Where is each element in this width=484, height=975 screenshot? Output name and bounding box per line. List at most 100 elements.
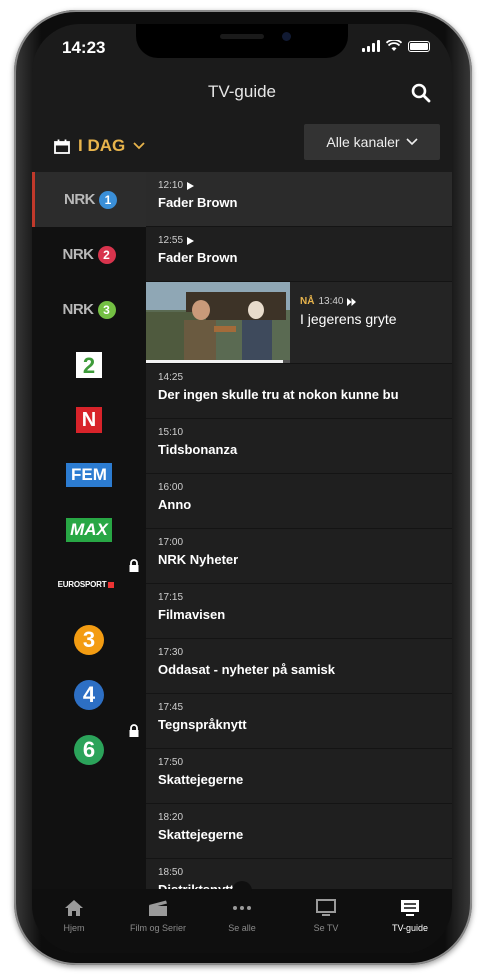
thumbnail-image xyxy=(146,282,290,360)
tv4-logo: 4 xyxy=(74,679,104,710)
tab-se-tv[interactable]: Se TV xyxy=(284,889,368,953)
progress-bar xyxy=(146,360,290,363)
tv2-logo: 2 xyxy=(76,351,102,378)
lock-icon xyxy=(129,559,139,572)
program-item[interactable]: 18:50 Distriktsnytt xyxy=(146,859,452,892)
program-title: Skattejegerne xyxy=(158,772,244,787)
nrk1-logo-number: 1 xyxy=(99,190,117,209)
tab-home[interactable]: Hjem xyxy=(32,889,116,953)
channel-filter-dropdown[interactable]: Alle kanaler xyxy=(304,124,440,160)
tab-tv-guide[interactable]: TV-guide xyxy=(368,889,452,953)
program-item[interactable]: 17:00 NRK Nyheter xyxy=(146,529,452,584)
tv6-logo: 6 xyxy=(74,734,104,765)
channel-tvnorge[interactable]: N xyxy=(32,392,146,447)
max-logo: MAX xyxy=(66,517,112,542)
program-item[interactable]: 15:10 Tidsbonanza xyxy=(146,419,452,474)
tab-label: Film og Serier xyxy=(129,923,186,933)
lock-icon xyxy=(129,724,139,737)
program-title: Fader Brown xyxy=(158,195,238,210)
program-title: Anno xyxy=(158,497,192,512)
tvnorge-logo: N xyxy=(76,406,102,433)
program-item[interactable]: 12:55 Fader Brown xyxy=(146,227,452,282)
day-selector[interactable]: I DAG xyxy=(54,136,145,156)
program-thumbnail[interactable] xyxy=(146,282,290,360)
progress-fill xyxy=(146,360,283,363)
program-title: Tidsbonanza xyxy=(158,442,238,457)
tab-label: Hjem xyxy=(63,923,85,933)
program-title: I jegerens gryte xyxy=(300,311,397,327)
program-title: NRK Nyheter xyxy=(158,552,239,567)
channel-filter-label: Alle kanaler xyxy=(326,134,400,150)
chevron-down-icon xyxy=(133,142,145,150)
program-time: 17:50 xyxy=(158,757,184,768)
eurosport-logo-mark xyxy=(108,581,115,588)
page-title: TV-guide xyxy=(207,82,277,101)
chevron-down-icon xyxy=(406,138,418,146)
filter-bar: I DAG Alle kanaler xyxy=(32,124,452,170)
eurosport-logo: EUROSPORT xyxy=(57,580,107,589)
tv-guide-icon xyxy=(401,900,419,916)
day-label: I DAG xyxy=(78,136,126,155)
channel-nrk3[interactable]: NRK 3 xyxy=(32,282,146,337)
play-icon xyxy=(187,236,195,245)
program-title: Oddasat - nyheter på samisk xyxy=(158,662,336,677)
search-icon[interactable] xyxy=(410,82,432,104)
nrk-wordmark: NRK xyxy=(64,191,96,208)
status-bar: 14:23 xyxy=(32,24,452,68)
status-icons xyxy=(362,40,430,52)
nrk2-logo-number: 2 xyxy=(97,245,116,264)
program-item-live[interactable]: NÅ 13:40 I jegerens gryte xyxy=(146,282,452,364)
program-item[interactable]: 12:10 Fader Brown xyxy=(146,172,452,227)
channel-tv4[interactable]: 4 xyxy=(32,667,146,722)
program-time: 15:10 xyxy=(158,427,184,438)
tab-label: Se alle xyxy=(228,923,256,933)
program-item[interactable]: 18:20 Skattejegerne xyxy=(146,804,452,859)
program-title: Filmavisen xyxy=(158,607,226,622)
bottom-tab-bar: Hjem Film og Serier Se alle Se TV TV-gui… xyxy=(32,881,452,953)
tv3-logo: 3 xyxy=(74,624,104,655)
more-icon xyxy=(233,906,251,910)
channel-list: NRK 1 NRK 2 NRK 3 2 N FEM MAX EUROSPORT … xyxy=(32,172,146,892)
program-item[interactable]: 17:15 Filmavisen xyxy=(146,584,452,639)
program-time: 17:30 xyxy=(158,647,184,658)
tab-label: Se TV xyxy=(313,923,339,933)
app-screen: 14:23 TV-guide I DAG Alle kanaler NRK 1 xyxy=(32,24,452,953)
tab-label: TV-guide xyxy=(391,923,429,933)
top-bar: TV-guide xyxy=(32,68,452,124)
program-time: 18:50 xyxy=(158,867,184,878)
live-icon xyxy=(347,297,357,306)
channel-tv2[interactable]: 2 xyxy=(32,337,146,392)
channel-nrk2[interactable]: NRK 2 xyxy=(32,227,146,282)
program-item[interactable]: 14:25 Der ingen skulle tru at nokon kunn… xyxy=(146,364,452,419)
signal-icon xyxy=(362,40,380,52)
program-title: Skattejegerne xyxy=(158,827,244,842)
program-time: 12:10 xyxy=(158,180,184,191)
status-time: 14:23 xyxy=(62,38,106,57)
program-item[interactable]: 16:00 Anno xyxy=(146,474,452,529)
program-item[interactable]: 17:30 Oddasat - nyheter på samisk xyxy=(146,639,452,694)
battery-icon xyxy=(408,41,430,52)
channel-nrk1[interactable]: NRK 1 xyxy=(32,172,146,227)
tv-icon xyxy=(316,899,336,916)
play-icon xyxy=(187,181,195,190)
channel-tv3[interactable]: 3 xyxy=(32,612,146,667)
program-time: 17:00 xyxy=(158,537,184,548)
channel-tv6[interactable]: 6 xyxy=(32,722,146,777)
calendar-icon xyxy=(54,139,70,154)
tab-film-og-serier[interactable]: Film og Serier xyxy=(116,889,200,953)
tab-se-alle[interactable]: Se alle xyxy=(200,889,284,953)
program-time: 17:15 xyxy=(158,592,184,603)
channel-max[interactable]: MAX xyxy=(32,502,146,557)
nrk-wordmark: NRK xyxy=(62,246,95,263)
program-time: 12:55 xyxy=(158,235,184,246)
fem-logo: FEM xyxy=(66,462,112,487)
nrk3-logo-number: 3 xyxy=(97,300,116,319)
channel-fem[interactable]: FEM xyxy=(32,447,146,502)
program-title: Fader Brown xyxy=(158,250,238,265)
program-item[interactable]: 17:50 Skattejegerne xyxy=(146,749,452,804)
program-title: Der ingen skulle tru at nokon kunne bu xyxy=(158,387,399,402)
program-time: 18:20 xyxy=(158,812,184,823)
channel-eurosport[interactable]: EUROSPORT xyxy=(32,557,146,612)
program-title: Tegnspråknytt xyxy=(158,717,247,732)
program-item[interactable]: 17:45 Tegnspråknytt xyxy=(146,694,452,749)
